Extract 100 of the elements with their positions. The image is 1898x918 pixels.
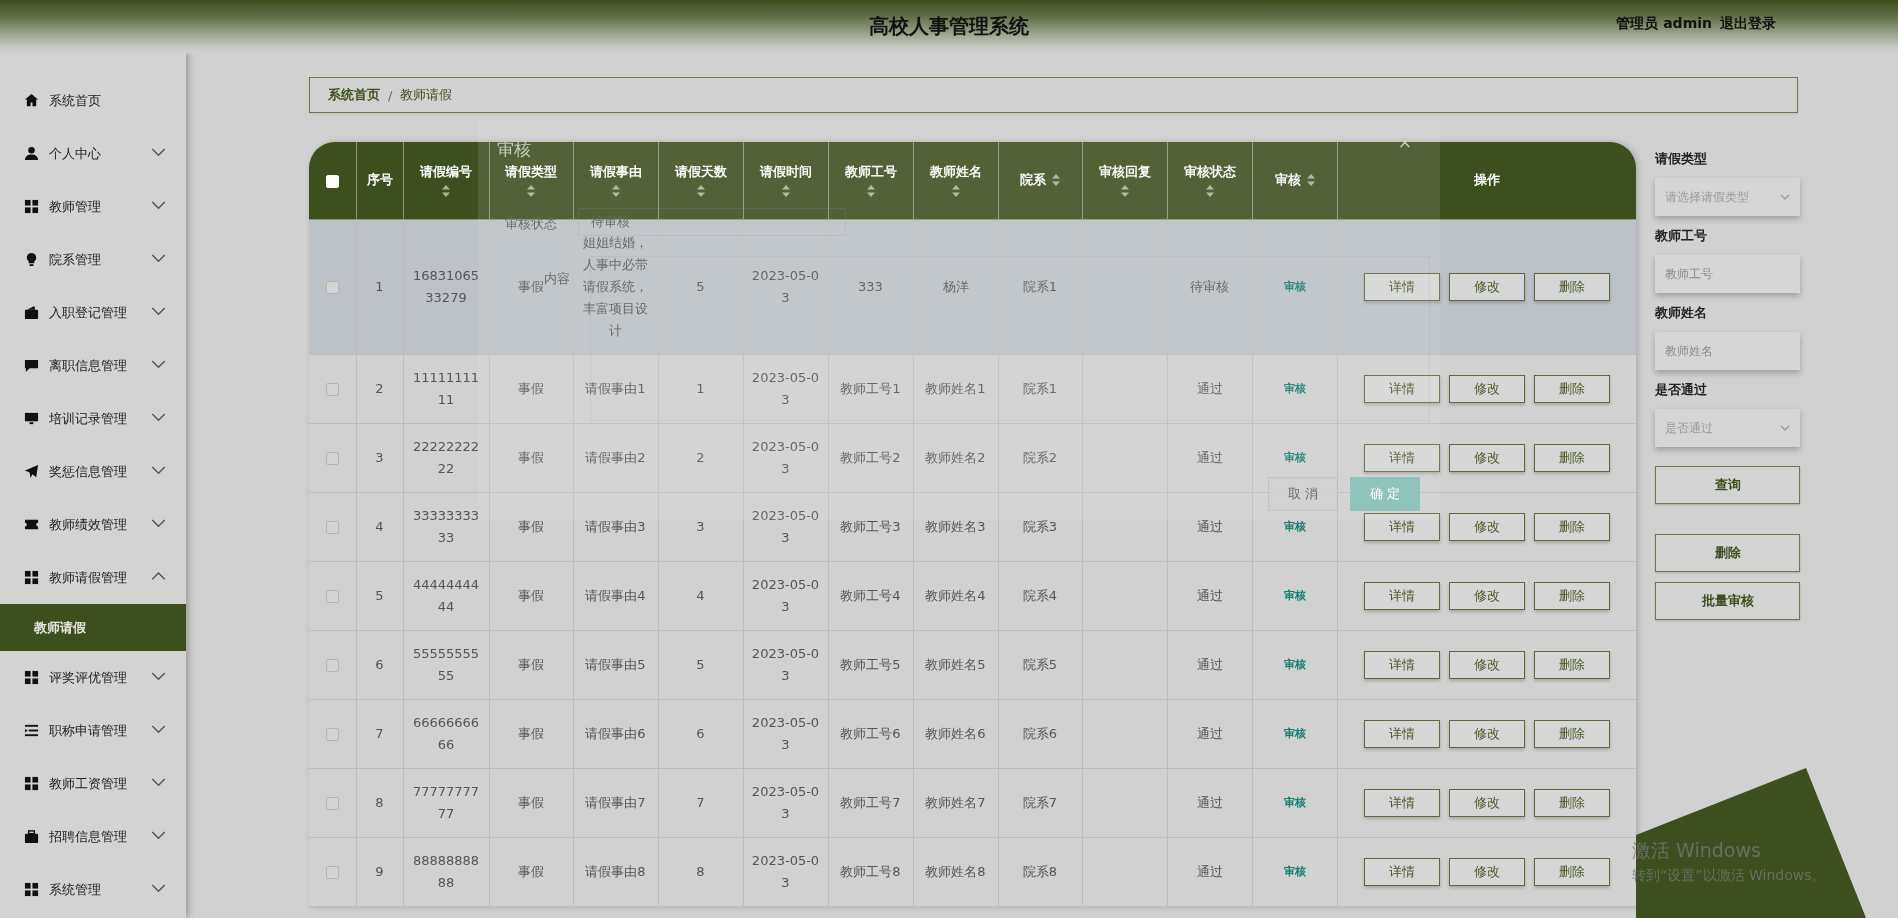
menu-item[interactable]: 系统首页 <box>0 74 186 127</box>
review-link[interactable]: 审核 <box>1283 796 1306 809</box>
action-button[interactable]: 修改 <box>1448 443 1525 472</box>
table-cell: 通过 <box>1167 768 1252 837</box>
ticket-icon <box>24 517 39 532</box>
action-button[interactable]: 修改 <box>1448 272 1525 301</box>
action-button[interactable]: 详情 <box>1363 272 1440 301</box>
field-label: 教师姓名 <box>1655 304 1708 322</box>
menu-item[interactable]: 培训记录管理 <box>0 392 186 445</box>
table-cell: 6 <box>658 699 743 768</box>
table-cell: 教师姓名8 <box>913 837 998 906</box>
action-button[interactable]: 修改 <box>1448 788 1525 817</box>
select-all-checkbox[interactable] <box>325 174 339 188</box>
action-button[interactable]: 删除 <box>1533 272 1610 301</box>
table-cell: 事假 <box>489 423 573 492</box>
table-cell: 教师姓名4 <box>913 561 998 630</box>
row-checkbox[interactable] <box>325 589 339 603</box>
table-row[interactable]: 6 5555555555 事假 请假事由5 5 2023-05-03 教师工号5 教师姓名5 院系5 通过 审核 详情 修改 删除 <box>309 630 1636 699</box>
action-button[interactable]: 详情 <box>1363 650 1440 679</box>
breadcrumb-link[interactable]: 教师请假 <box>400 86 453 104</box>
action-button[interactable]: 详情 <box>1363 788 1440 817</box>
action-button[interactable]: 修改 <box>1448 650 1525 679</box>
table-cell: 教师工号2 <box>828 423 913 492</box>
chat-icon <box>24 358 39 373</box>
table-cell: 2023-05-03 <box>743 630 828 699</box>
table-cell: 请假事由7 <box>573 768 658 837</box>
action-button[interactable]: 删除 <box>1533 719 1610 748</box>
table-row[interactable]: 5 4444444444 事假 请假事由4 4 2023-05-03 教师工号4 教师姓名4 院系4 通过 审核 详情 修改 删除 <box>309 561 1636 630</box>
menu-item[interactable]: 教师工资管理 <box>0 757 186 810</box>
table-cell: 5 <box>356 561 403 630</box>
menu-item[interactable]: 评奖评优管理 <box>0 651 186 704</box>
action-button[interactable]: 删除 <box>1533 788 1610 817</box>
review-link[interactable]: 审核 <box>1283 658 1306 671</box>
action-button[interactable]: 详情 <box>1363 443 1440 472</box>
menu-item[interactable]: 离职信息管理 <box>0 339 186 392</box>
dialog-title: 审核 <box>497 138 531 161</box>
action-button[interactable]: 删除 <box>1533 857 1610 886</box>
menu-item[interactable]: 个人中心 <box>0 127 186 180</box>
app-title: 高校人事管理系统 <box>869 13 1029 40</box>
review-link[interactable]: 审核 <box>1283 520 1306 533</box>
action-button[interactable]: 详情 <box>1363 719 1440 748</box>
row-checkbox[interactable] <box>325 865 339 879</box>
table-row[interactable]: 2 1111111111 事假 请假事由1 1 2023-05-03 教师工号1 教师姓名1 院系1 通过 审核 详情 修改 删除 <box>309 354 1636 423</box>
input-field[interactable]: 教师工号 <box>1655 255 1800 293</box>
action-button[interactable]: 修改 <box>1448 374 1525 403</box>
row-checkbox[interactable] <box>325 280 339 294</box>
action-button[interactable]: 修改 <box>1448 719 1525 748</box>
row-checkbox[interactable] <box>325 451 339 465</box>
toolbar-button[interactable]: 批量审核 <box>1655 582 1800 620</box>
action-button[interactable]: 详情 <box>1363 512 1440 541</box>
column-title: 教师姓名 <box>929 163 982 182</box>
menu-item[interactable]: 招聘信息管理 <box>0 810 186 863</box>
review-link[interactable]: 审核 <box>1283 727 1306 740</box>
menu-item[interactable]: 教师请假管理 <box>0 551 186 604</box>
menu-item[interactable]: 院系管理 <box>0 233 186 286</box>
submenu-item[interactable]: 教师请假 <box>0 604 186 651</box>
table-cell: 2023-05-03 <box>743 423 828 492</box>
table-row[interactable]: 8 7777777777 事假 请假事由7 7 2023-05-03 教师工号7 教师姓名7 院系7 通过 审核 详情 修改 删除 <box>309 768 1636 837</box>
row-checkbox[interactable] <box>325 658 339 672</box>
action-button[interactable]: 详情 <box>1363 857 1440 886</box>
table-cell: 2222222222 <box>403 423 489 492</box>
action-button[interactable]: 详情 <box>1363 374 1440 403</box>
menu-item[interactable]: 职称申请管理 <box>0 704 186 757</box>
menu-item[interactable]: 奖惩信息管理 <box>0 445 186 498</box>
action-button[interactable]: 修改 <box>1448 581 1525 610</box>
action-button[interactable]: 修改 <box>1448 857 1525 886</box>
search-button[interactable]: 查询 <box>1655 466 1800 504</box>
table-cell: 2 <box>658 423 743 492</box>
table-row[interactable]: 7 6666666666 事假 请假事由6 6 2023-05-03 教师工号6 教师姓名6 院系6 通过 审核 详情 修改 删除 <box>309 699 1636 768</box>
review-link[interactable]: 审核 <box>1283 865 1306 878</box>
action-button[interactable]: 删除 <box>1533 650 1610 679</box>
action-button[interactable]: 修改 <box>1448 512 1525 541</box>
table-cell: 院系3 <box>998 492 1082 561</box>
row-checkbox[interactable] <box>325 727 339 741</box>
breadcrumb-link[interactable]: 系统首页 <box>328 86 380 104</box>
table-cell: 通过 <box>1167 423 1252 492</box>
menu-item[interactable]: 系统管理 <box>0 863 186 916</box>
table-cell: 5555555555 <box>403 630 489 699</box>
table-cell: 待审核 <box>1167 219 1252 354</box>
person-icon <box>24 146 39 161</box>
input-field[interactable]: 教师姓名 <box>1655 332 1800 370</box>
row-checkbox[interactable] <box>325 520 339 534</box>
column-header[interactable]: 序号 <box>356 142 403 219</box>
logout-link[interactable]: 退出登录 <box>1720 15 1776 33</box>
action-button[interactable]: 删除 <box>1533 374 1610 403</box>
table-cell: 6666666666 <box>403 699 489 768</box>
table-cell: 2023-05-03 <box>743 219 828 354</box>
action-button[interactable]: 删除 <box>1533 443 1610 472</box>
menu-item[interactable]: 教师管理 <box>0 180 186 233</box>
menu-item[interactable]: 入职登记管理 <box>0 286 186 339</box>
toolbar-button[interactable]: 删除 <box>1655 534 1800 572</box>
menu-item[interactable]: 教师绩效管理 <box>0 498 186 551</box>
action-button[interactable]: 详情 <box>1363 581 1440 610</box>
table-cell: 教师工号3 <box>828 492 913 561</box>
action-button[interactable]: 删除 <box>1533 512 1610 541</box>
row-checkbox[interactable] <box>325 796 339 810</box>
action-button[interactable]: 删除 <box>1533 581 1610 610</box>
review-link[interactable]: 审核 <box>1283 589 1306 602</box>
cancel-button[interactable]: 取 消 <box>1268 477 1338 511</box>
row-checkbox[interactable] <box>325 382 339 396</box>
